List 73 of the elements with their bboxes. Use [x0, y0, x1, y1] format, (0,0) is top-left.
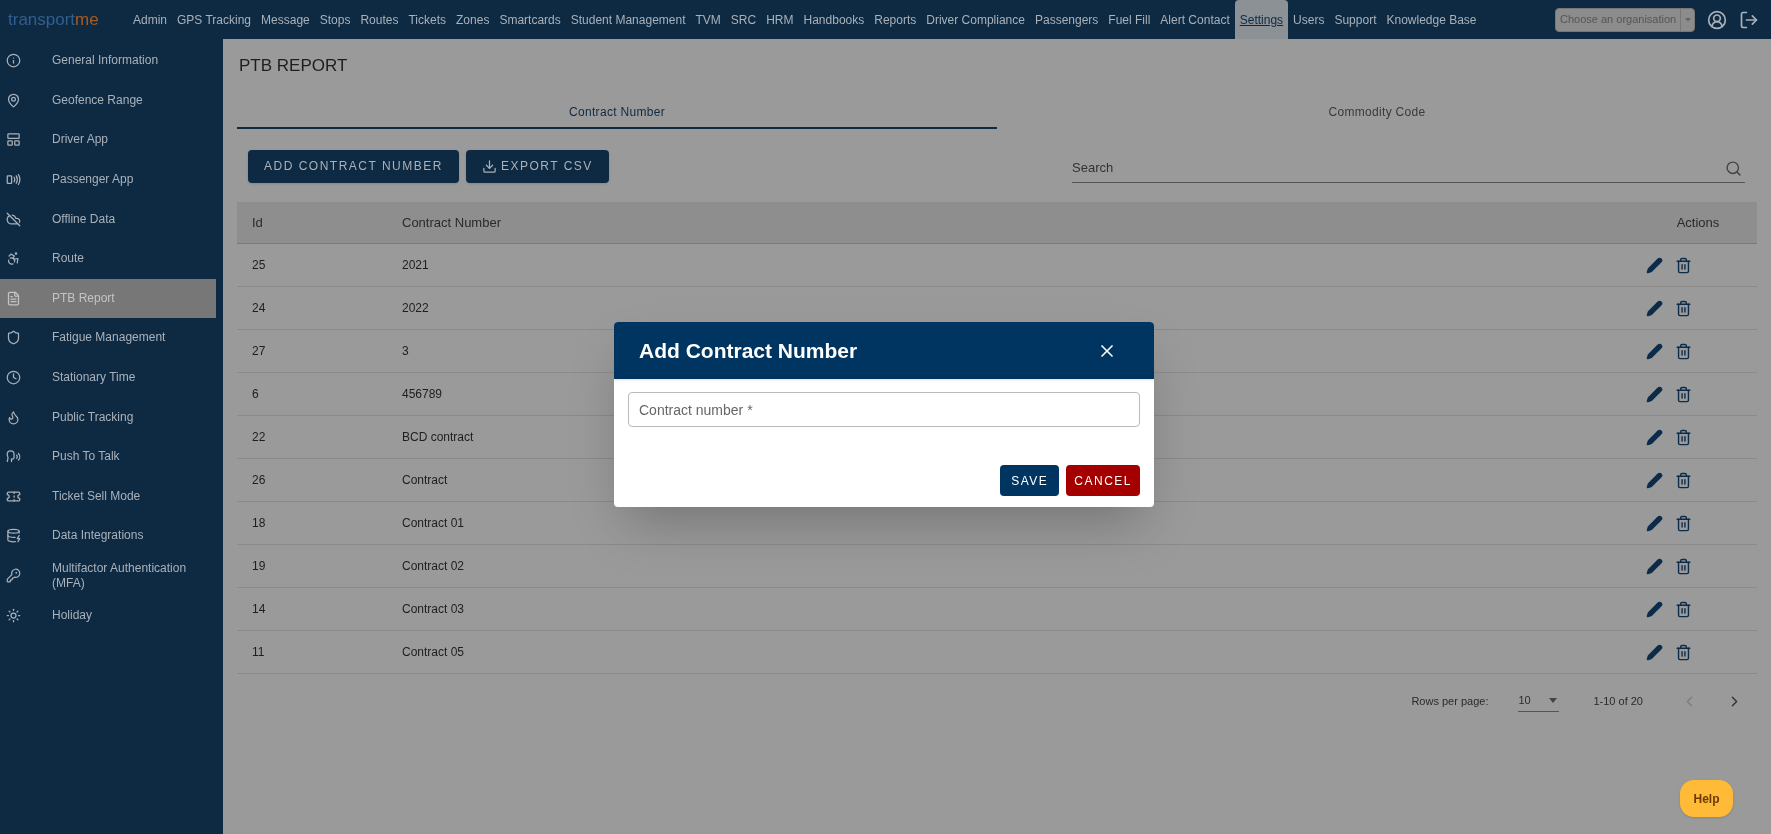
- rows-per-page-label: Rows per page:: [1411, 693, 1489, 709]
- nav-link[interactable]: Message: [256, 0, 315, 39]
- table-cell-text: BCD contract: [402, 429, 475, 446]
- column-header: Actions: [1675, 213, 1721, 232]
- sidebar-item[interactable]: Data Integrations: [0, 516, 216, 556]
- table-cell-text: 27: [251, 343, 267, 360]
- nav-link[interactable]: Student Management: [565, 0, 691, 39]
- add-contract-number-button[interactable]: ADD CONTRACT NUMBER: [248, 149, 459, 183]
- sidebar-item[interactable]: Offline Data: [0, 199, 216, 239]
- sidebar-item[interactable]: Stationary Time: [0, 357, 216, 398]
- table-cell-text: 14: [251, 601, 267, 618]
- table-cell-text: Contract 03: [402, 601, 466, 618]
- column-header: Id: [251, 213, 264, 232]
- table-cell-text: 26: [251, 472, 267, 489]
- table-cell-text: 2022: [402, 300, 430, 317]
- nav-link[interactable]: TVM: [690, 0, 726, 39]
- table-cell-text: 18: [251, 515, 267, 532]
- sidebar-item[interactable]: Fatigue Management: [0, 318, 216, 358]
- table-cell-text: Contract 01: [402, 515, 466, 532]
- sidebar-item[interactable]: Public Tracking: [0, 397, 216, 437]
- help-button[interactable]: Help: [1680, 780, 1733, 817]
- table-cell-text: Contract 05: [402, 644, 466, 661]
- sidebar-item[interactable]: General Information: [0, 41, 216, 81]
- page-range: 1-10 of 20: [1593, 693, 1643, 709]
- nav-link[interactable]: Smartcards: [494, 0, 566, 39]
- export-csv-button[interactable]: EXPORT CSV: [465, 149, 609, 183]
- table-cell-text: 25: [251, 257, 267, 274]
- table-cell-text: 3: [402, 343, 410, 360]
- sidebar-item[interactable]: Passenger App: [0, 159, 216, 200]
- nav-link[interactable]: SRC: [725, 0, 762, 39]
- nav-link[interactable]: Alert Contact: [1155, 0, 1235, 39]
- table-cell-text: Contract: [402, 472, 449, 489]
- nav-link[interactable]: Admin: [128, 0, 172, 39]
- column-header: Contract Number: [402, 213, 502, 232]
- search-field[interactable]: Search: [1072, 153, 1745, 183]
- nav-link[interactable]: Zones: [451, 0, 495, 39]
- table-cell-text: 6: [251, 386, 260, 403]
- table-cell-text: 22: [251, 429, 267, 446]
- nav-link[interactable]: Driver Compliance: [921, 0, 1030, 39]
- nav-link[interactable]: GPS Tracking: [172, 0, 257, 39]
- sidebar-item[interactable]: Ticket Sell Mode: [0, 476, 216, 517]
- sidebar-item[interactable]: Holiday: [0, 595, 216, 635]
- dialog-title: Add Contract Number: [639, 337, 859, 364]
- contract-number-field[interactable]: Contract number *: [628, 392, 1140, 427]
- sidebar-item[interactable]: Geofence Range: [0, 80, 216, 121]
- nav-link[interactable]: Knowledge Base: [1381, 0, 1482, 39]
- nav-link[interactable]: Stops: [314, 0, 356, 39]
- nav-link[interactable]: Routes: [355, 0, 404, 39]
- page-title: PTB REPORT: [239, 55, 349, 77]
- nav-link[interactable]: HRM: [761, 0, 799, 39]
- sidebar-item[interactable]: Driver App: [0, 120, 216, 160]
- nav-link[interactable]: Users: [1288, 0, 1330, 39]
- nav-link[interactable]: Tickets: [403, 0, 452, 39]
- table-cell-text: 11: [251, 644, 266, 661]
- table-cell-text: Contract 02: [402, 558, 466, 575]
- sidebar-item[interactable]: Push To Talk: [0, 436, 216, 477]
- nav-link[interactable]: Support: [1329, 0, 1382, 39]
- nav-link[interactable]: Reports: [869, 0, 922, 39]
- nav-link[interactable]: Settings: [1234, 0, 1289, 39]
- tab[interactable]: Contract Number: [237, 96, 997, 129]
- rows-per-page-select[interactable]: 10: [1518, 690, 1560, 712]
- nav-link[interactable]: Passengers: [1029, 0, 1104, 39]
- nav-link[interactable]: Handbooks: [798, 0, 870, 39]
- nav-link[interactable]: Fuel Fill: [1103, 0, 1156, 39]
- table-cell-text: 456789: [402, 386, 444, 403]
- sidebar-item[interactable]: Route: [0, 238, 216, 279]
- tab[interactable]: Commodity Code: [997, 96, 1757, 129]
- table-cell-text: 24: [251, 300, 267, 317]
- cancel-button[interactable]: CANCEL: [1066, 465, 1140, 496]
- table-cell-text: 19: [251, 558, 267, 575]
- save-button[interactable]: SAVE: [1000, 465, 1060, 496]
- sidebar-item[interactable]: Multifactor Authentication (MFA): [0, 555, 216, 596]
- table-cell-text: 2021: [402, 257, 430, 274]
